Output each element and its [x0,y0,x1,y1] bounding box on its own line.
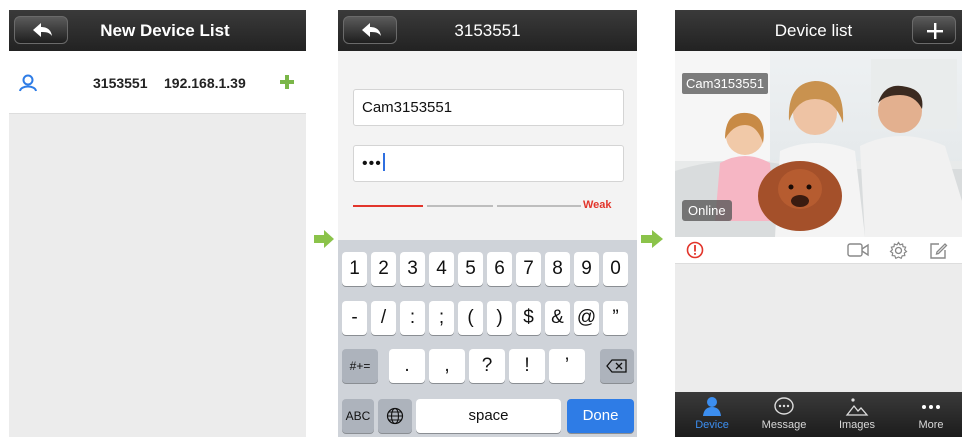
alert-icon[interactable] [686,241,704,259]
tab-message[interactable]: Message [753,392,815,437]
camera-name-label: Cam3153551 [682,73,769,94]
key[interactable]: 3 [400,252,425,286]
page-title: New Device List [100,21,230,40]
more-dots-icon [922,405,940,409]
device-settings-screen: 3153551 Cam3153551 ••• Weak 1 2 3 4 5 6 … [338,10,637,437]
key[interactable]: ’ [549,349,585,383]
key[interactable]: , [429,349,465,383]
key[interactable]: & [545,301,570,335]
device-id: 3153551 [93,75,148,91]
device-form: Cam3153551 ••• Weak [338,51,637,240]
new-device-list-screen: New Device List 3153551 192.168.1.39 [9,10,306,437]
key[interactable]: ( [458,301,483,335]
strength-bar-2 [427,205,493,207]
strength-bar-1 [353,205,423,207]
plus-icon [927,23,943,39]
status-badge: Online [682,200,732,221]
back-button[interactable] [14,16,68,44]
device-ip: 192.168.1.39 [164,75,246,91]
device-person-icon [703,397,721,416]
flow-arrow-icon [314,230,334,248]
user-icon [19,74,37,92]
key[interactable]: 7 [516,252,541,286]
device-list-screen: Device list Cam3153551 Online Device Mes… [675,10,962,437]
key[interactable]: / [371,301,396,335]
key[interactable]: $ [516,301,541,335]
tab-device[interactable]: Device [681,392,743,437]
key[interactable]: ) [487,301,512,335]
abc-key[interactable]: ABC [342,399,374,433]
top-nav-bar: Device list [675,10,962,51]
on-screen-keyboard: 1 2 3 4 5 6 7 8 9 0 - / : ; ( ) $ & @ ” … [338,240,637,437]
camera-preview[interactable]: Cam3153551 Online [675,51,962,237]
backspace-icon [606,359,627,373]
delete-key[interactable] [600,349,634,383]
key[interactable]: ; [429,301,454,335]
page-title: 3153551 [454,21,521,40]
key[interactable]: 6 [487,252,512,286]
symbols-key[interactable]: #+= [342,349,378,383]
camera-toolbar [675,237,962,264]
edit-icon[interactable] [929,241,948,260]
key[interactable]: ” [603,301,628,335]
globe-icon [386,407,404,425]
tab-images[interactable]: Images [826,392,888,437]
done-key[interactable]: Done [567,399,634,433]
key[interactable]: 0 [603,252,628,286]
tab-label: More [918,419,944,431]
device-name-value: Cam3153551 [362,99,453,116]
key[interactable]: 4 [429,252,454,286]
strength-label: Weak [583,199,612,211]
password-strength-meter: Weak [353,199,628,213]
message-bubble-icon [774,397,794,415]
text-caret [382,153,385,171]
key[interactable]: 9 [574,252,599,286]
empty-area [675,264,962,392]
key[interactable]: ! [509,349,545,383]
password-mask: ••• [362,155,382,172]
add-plus-icon[interactable] [279,74,295,90]
tab-label: Device [695,419,729,431]
top-nav-bar: New Device List [9,10,306,51]
device-name-field[interactable]: Cam3153551 [353,89,624,126]
strength-bar-3 [497,205,581,207]
tab-more[interactable]: More [900,392,962,437]
back-arrow-icon [33,23,52,37]
empty-area [9,114,306,437]
flow-arrow-icon [641,230,663,248]
space-key[interactable]: space [416,399,561,433]
tab-label: Message [761,419,807,431]
tab-label: Images [838,419,876,431]
bottom-tab-bar: Device Message Images More [675,392,962,437]
key[interactable]: @ [574,301,599,335]
key[interactable]: 5 [458,252,483,286]
key[interactable]: 8 [545,252,570,286]
password-field[interactable]: ••• [353,145,624,182]
key[interactable]: ? [469,349,505,383]
add-device-button[interactable] [912,16,956,44]
globe-key[interactable] [378,399,412,433]
settings-gear-icon[interactable] [889,241,908,260]
key[interactable]: 2 [371,252,396,286]
top-nav-bar: 3153551 [338,10,637,51]
key[interactable]: - [342,301,367,335]
images-mountain-icon [845,398,869,416]
device-list-item[interactable]: 3153551 192.168.1.39 [9,51,306,114]
key[interactable]: 1 [342,252,367,286]
key[interactable]: . [389,349,425,383]
video-record-icon[interactable] [847,241,869,259]
key[interactable]: : [400,301,425,335]
